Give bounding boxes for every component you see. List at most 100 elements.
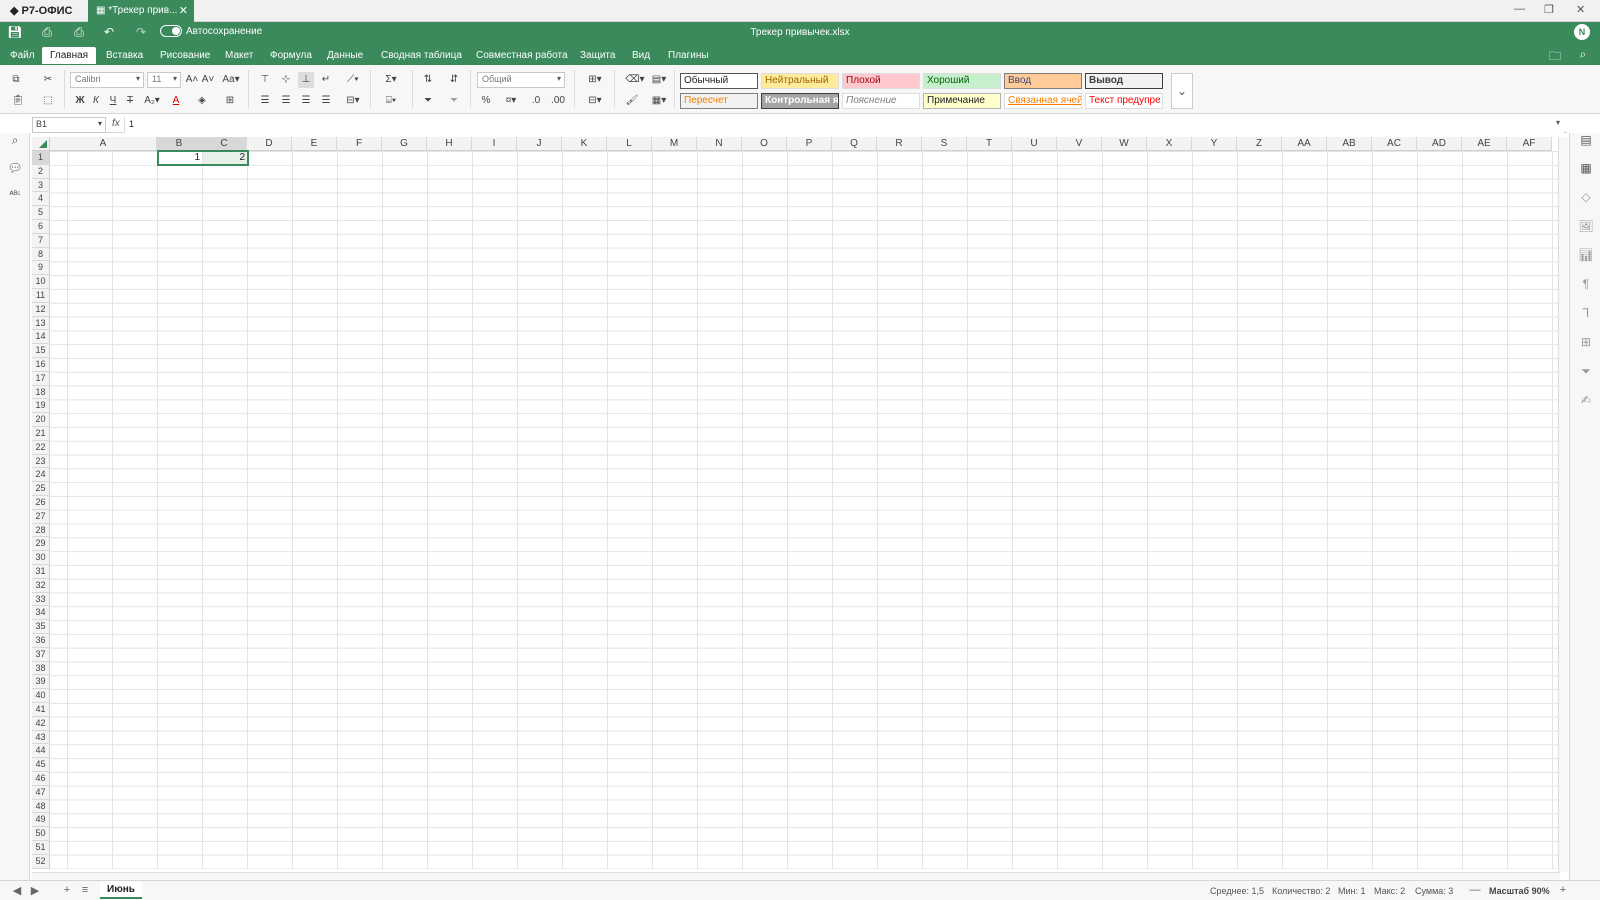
document-tab[interactable]: ▦ *Трекер прив... ✕	[88, 0, 194, 22]
row-header[interactable]: 44	[32, 744, 50, 759]
row-header[interactable]: 40	[32, 689, 50, 703]
cut-icon[interactable]: ✂	[40, 72, 56, 88]
row-header[interactable]: 31	[32, 565, 50, 579]
style-neutral[interactable]: Нейтральный	[761, 73, 839, 89]
row-header[interactable]: 35	[32, 620, 50, 634]
style-input[interactable]: Ввод	[1004, 73, 1082, 89]
user-avatar[interactable]: N	[1574, 24, 1590, 40]
row-header[interactable]: 34	[32, 606, 50, 621]
column-header[interactable]: X	[1147, 137, 1192, 151]
row-header[interactable]: 14	[32, 330, 50, 345]
justify-icon[interactable]: ☰	[318, 93, 334, 109]
underline-icon[interactable]: Ч	[105, 93, 121, 109]
tab-protection[interactable]: Защита	[572, 49, 623, 65]
row-header[interactable]: 50	[32, 827, 50, 841]
percent-icon[interactable]: %	[478, 93, 494, 109]
row-header[interactable]: 38	[32, 661, 50, 676]
column-header[interactable]: P	[787, 137, 832, 151]
column-header[interactable]: H	[427, 137, 472, 151]
row-header[interactable]: 11	[32, 289, 50, 303]
row-header[interactable]: 33	[32, 592, 50, 607]
row-header[interactable]: 3	[32, 178, 50, 193]
tab-file[interactable]: Файл	[2, 49, 43, 65]
table-settings-icon[interactable]: ▦	[1578, 161, 1594, 175]
copy-style-icon[interactable]: 🖌︎	[624, 93, 640, 109]
spellcheck-icon[interactable]: ᴬᴮᶜ	[7, 189, 23, 199]
select-all-icon[interactable]: ⬚	[40, 93, 56, 109]
italic-icon[interactable]: К	[88, 93, 104, 109]
column-header[interactable]: B	[157, 137, 202, 151]
paragraph-settings-icon[interactable]: ¶	[1578, 277, 1594, 291]
column-header[interactable]: Z	[1237, 137, 1282, 151]
font-name-select[interactable]: Calibri ▾	[70, 72, 144, 88]
add-sheet-icon[interactable]: +	[60, 884, 74, 896]
column-header[interactable]: S	[922, 137, 967, 151]
column-header[interactable]: AC	[1372, 137, 1417, 151]
zoom-out-icon[interactable]: —	[1468, 884, 1482, 896]
search-icon[interactable]: ⌕	[1574, 47, 1592, 62]
row-header[interactable]: 20	[32, 413, 50, 427]
minimize-icon[interactable]: —	[1514, 3, 1525, 15]
row-header[interactable]: 24	[32, 468, 50, 483]
row-header[interactable]: 4	[32, 192, 50, 207]
row-header[interactable]: 5	[32, 206, 50, 220]
close-icon[interactable]: ✕	[179, 4, 188, 17]
decrease-font-icon[interactable]: A˅	[200, 72, 216, 88]
align-middle-icon[interactable]: ⊹	[278, 72, 294, 88]
style-linked-cell[interactable]: Связанная ячей	[1004, 93, 1082, 109]
style-calculation[interactable]: Пересчет	[680, 93, 758, 109]
zoom-level[interactable]: Масштаб 90%	[1489, 886, 1550, 896]
clear-filter-icon[interactable]: ⏷	[446, 93, 462, 109]
conditional-format-icon[interactable]: ▤▾	[648, 72, 670, 88]
tab-layout[interactable]: Макет	[217, 49, 261, 65]
column-header[interactable]: T	[967, 137, 1012, 151]
row-header[interactable]: 49	[32, 813, 50, 828]
column-header[interactable]: M	[652, 137, 697, 151]
sort-descending-icon[interactable]: ⇵	[446, 72, 462, 88]
sort-ascending-icon[interactable]: ⇅	[420, 72, 436, 88]
row-header[interactable]: 39	[32, 675, 50, 690]
style-bad[interactable]: Плохой	[842, 73, 920, 89]
column-header[interactable]: E	[292, 137, 337, 151]
chevron-down-icon[interactable]: ▾	[1556, 118, 1560, 127]
tab-plugins[interactable]: Плагины	[660, 49, 717, 65]
column-header[interactable]: Y	[1192, 137, 1237, 151]
subscript-icon[interactable]: A₂▾	[141, 93, 163, 109]
column-header[interactable]: W	[1102, 137, 1147, 151]
align-bottom-icon[interactable]: ⊥	[298, 72, 314, 88]
cell-b1[interactable]: 1	[158, 151, 203, 165]
row-header[interactable]: 6	[32, 220, 50, 234]
horizontal-scrollbar[interactable]	[32, 872, 1560, 880]
cell-grid[interactable]	[50, 151, 1560, 869]
row-header[interactable]: 28	[32, 523, 50, 538]
tab-view[interactable]: Вид	[624, 49, 658, 65]
signature-icon[interactable]: ✍︎	[1578, 393, 1594, 407]
row-header[interactable]: 41	[32, 703, 50, 717]
align-center-icon[interactable]: ☰	[278, 93, 294, 109]
strikethrough-icon[interactable]: Т	[122, 93, 138, 109]
row-header[interactable]: 19	[32, 399, 50, 414]
tab-draw[interactable]: Рисование	[152, 49, 218, 65]
shape-settings-icon[interactable]: ◇	[1578, 190, 1594, 204]
text-art-icon[interactable]: Ꞁ	[1578, 306, 1594, 320]
style-note[interactable]: Примечание	[923, 93, 1001, 109]
column-header[interactable]: Q	[832, 137, 877, 151]
insert-cells-icon[interactable]: ⊞▾	[584, 72, 606, 88]
close-window-icon[interactable]: ✕	[1576, 3, 1585, 16]
row-header[interactable]: 18	[32, 385, 50, 400]
format-as-table-icon[interactable]: ▦▾	[648, 93, 670, 109]
tab-home[interactable]: Главная	[42, 47, 97, 64]
column-header[interactable]: N	[697, 137, 742, 151]
column-header[interactable]: K	[562, 137, 607, 151]
column-header[interactable]: A	[50, 137, 157, 151]
row-header[interactable]: 37	[32, 647, 50, 662]
chart-settings-icon[interactable]: 📊︎	[1578, 248, 1594, 262]
style-explanatory[interactable]: Пояснение	[842, 93, 920, 109]
borders-icon[interactable]: ⊞	[222, 93, 238, 109]
orientation-icon[interactable]: ⟋▾	[342, 72, 364, 88]
row-header[interactable]: 2	[32, 164, 50, 179]
tab-insert[interactable]: Вставка	[98, 49, 151, 65]
column-header[interactable]: V	[1057, 137, 1102, 151]
row-header[interactable]: 52	[32, 854, 50, 869]
merge-cells-icon[interactable]: ⊟▾	[342, 93, 364, 109]
